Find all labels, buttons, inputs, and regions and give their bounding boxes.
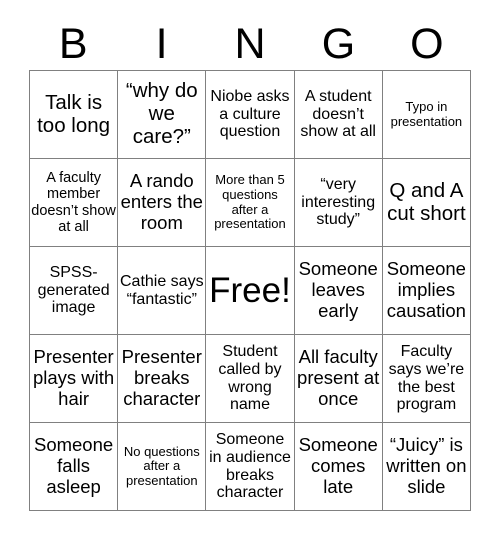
bingo-cell[interactable]: All faculty present at once [294,335,383,423]
bingo-cell-label: “very interesting study” [301,175,376,229]
bingo-cell-label: Cathie says “fantastic” [119,272,204,308]
bingo-cell-label: A faculty member doesn’t show at all [31,170,116,235]
bingo-cell-label: More than 5 questions after a presentati… [214,172,286,232]
bingo-cell-label: “why do we care?” [125,79,198,148]
bingo-cell[interactable]: Presenter breaks character [118,335,207,423]
bingo-cell[interactable]: “very interesting study” [294,159,383,247]
bingo-header: BINGO [29,18,471,70]
bingo-header-letter-n: N [234,19,266,68]
bingo-header-letter-i: I [155,19,168,68]
bingo-free-cell[interactable]: Free! [206,247,295,335]
bingo-cell-label: No questions after a presentation [123,443,200,488]
bingo-cell[interactable]: Faculty says we’re the best program [382,335,471,423]
bingo-cell[interactable]: Talk is too long [30,71,119,159]
bingo-header-letter-g: G [321,19,356,68]
bingo-cell[interactable]: “why do we care?” [118,71,207,159]
bingo-cell-label: Student called by wrong name [218,342,282,414]
bingo-cell[interactable]: A rando enters the room [118,159,207,247]
bingo-cell[interactable]: Someone implies causation [382,247,471,335]
bingo-cell-label: Faculty says we’re the best program [388,342,465,414]
bingo-cell[interactable]: A faculty member doesn’t show at all [30,159,119,247]
bingo-cell-label: “Juicy” is written on slide [386,434,467,497]
bingo-cell-label: Niobe asks a culture question [210,87,290,141]
bingo-cell-label: Presenter plays with hair [32,346,115,409]
bingo-cell[interactable]: Student called by wrong name [206,335,295,423]
bingo-cell-label: A rando enters the room [120,170,203,233]
bingo-header-letter-o: O [410,19,444,68]
bingo-cell[interactable]: More than 5 questions after a presentati… [206,159,295,247]
bingo-cell-label: All faculty present at once [297,346,380,409]
bingo-card: BINGO Talk is too long “why do we care?” N… [0,0,500,544]
bingo-cell-label: Someone leaves early [298,258,378,321]
bingo-cell-label: Typo in presentation [390,98,463,129]
bingo-cell[interactable]: Cathie says “fantastic” [118,247,207,335]
bingo-cell-label: A student doesn’t show at all [300,87,376,141]
bingo-cell[interactable]: Someone falls asleep [30,423,119,511]
bingo-cell-label: SPSS-generated image [37,263,110,317]
bingo-cell[interactable]: A student doesn’t show at all [294,71,383,159]
bingo-cell-label: Talk is too long [37,90,111,137]
bingo-cell-label: Someone comes late [298,434,378,497]
bingo-cell[interactable]: “Juicy” is written on slide [382,423,471,511]
bingo-cell-label: Free! [209,271,291,310]
bingo-cell[interactable]: Q and A cut short [382,159,471,247]
bingo-cell-label: Someone falls asleep [33,434,114,497]
bingo-cell-label: Q and A cut short [387,178,466,225]
bingo-cell[interactable]: Presenter plays with hair [30,335,119,423]
bingo-cell[interactable]: SPSS-generated image [30,247,119,335]
bingo-header-letter-b: B [58,19,88,68]
bingo-cell[interactable]: Someone leaves early [294,247,383,335]
bingo-cell-label: Someone implies causation [386,258,466,321]
bingo-cell[interactable]: Someone comes late [294,423,383,511]
bingo-cell[interactable]: No questions after a presentation [118,423,207,511]
bingo-cell[interactable]: Niobe asks a culture question [206,71,295,159]
bingo-cell[interactable]: Typo in presentation [382,71,471,159]
bingo-grid: Talk is too long “why do we care?” Niobe a… [29,70,471,511]
bingo-cell[interactable]: Someone in audience breaks character [206,423,295,511]
bingo-cell-label: Presenter breaks character [121,346,202,409]
bingo-cell-label: Someone in audience breaks character [209,430,291,502]
